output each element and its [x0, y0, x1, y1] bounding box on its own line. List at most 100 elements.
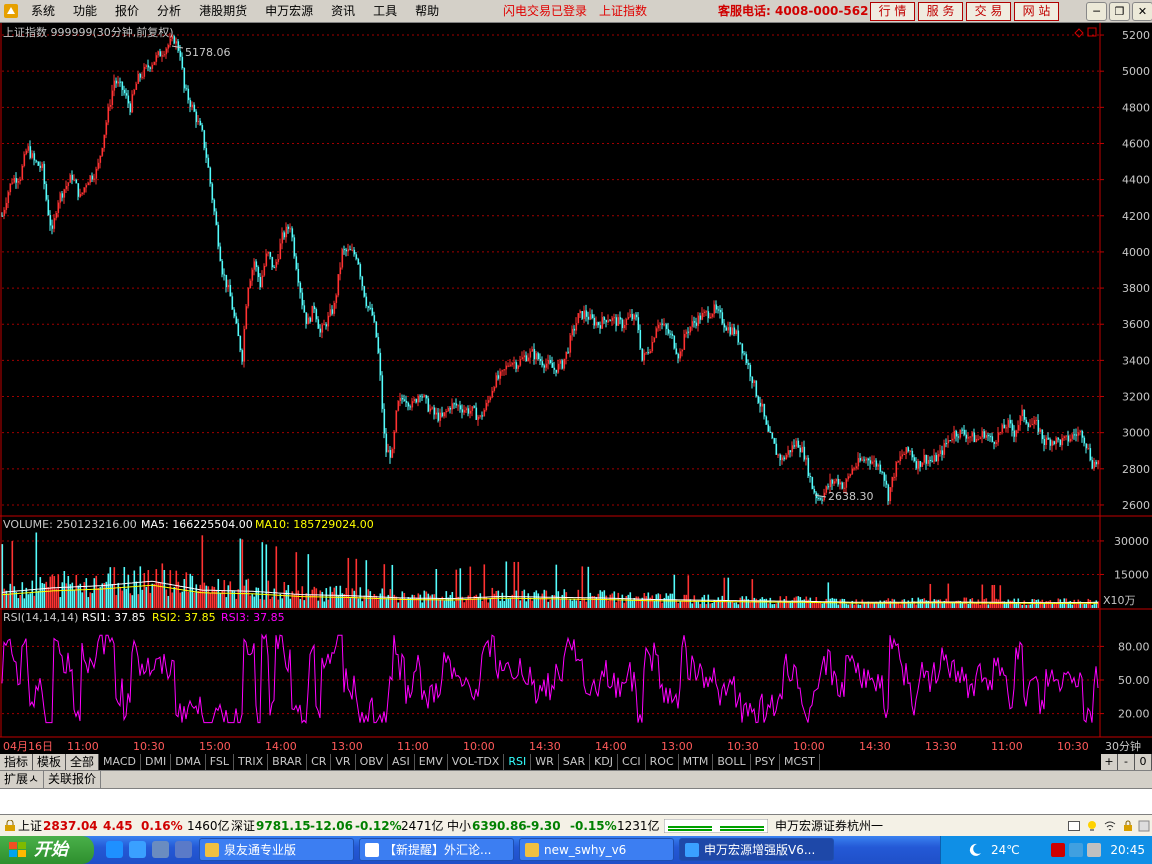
- volume-bar: [449, 595, 452, 608]
- candle-body: [503, 369, 506, 371]
- candle-body: [335, 295, 338, 303]
- menu-quote[interactable]: 报价: [106, 0, 148, 22]
- chart-area[interactable]: 2600 2800 3000 3200 3400 3600 3800 4000 4200 4400…: [0, 23, 1152, 754]
- tab-dma[interactable]: DMA: [171, 754, 206, 770]
- volume-bar: [701, 597, 704, 608]
- tab-cci[interactable]: CCI: [618, 754, 646, 770]
- tab-mtm[interactable]: MTM: [679, 754, 714, 770]
- candle-body: [301, 292, 304, 306]
- tab-vol-tdx[interactable]: VOL-TDX: [448, 754, 505, 770]
- tab-kdj[interactable]: KDJ: [590, 754, 619, 770]
- tab-psy[interactable]: PSY: [751, 754, 780, 770]
- tab-rsi[interactable]: RSI: [504, 754, 532, 770]
- remove-indicator-button[interactable]: -: [1118, 754, 1135, 770]
- volume-icon[interactable]: [1087, 843, 1101, 857]
- candle-body: [193, 104, 196, 112]
- close-button[interactable]: ✕: [1132, 2, 1152, 21]
- candle-body: [719, 309, 722, 313]
- candle-body: [971, 432, 974, 437]
- sz-index-name[interactable]: 深证: [231, 815, 255, 837]
- media-player-icon[interactable]: [152, 841, 169, 858]
- menu-system[interactable]: 系统: [22, 0, 64, 22]
- candle-body: [7, 192, 10, 203]
- weather-moon-icon[interactable]: [967, 842, 983, 858]
- volume-bar: [81, 592, 84, 608]
- menu-help[interactable]: 帮助: [406, 0, 448, 22]
- candle-body: [9, 183, 12, 193]
- tab-brar[interactable]: BRAR: [268, 754, 308, 770]
- candle-body: [619, 317, 622, 320]
- tab-emv[interactable]: EMV: [415, 754, 448, 770]
- candle-body: [163, 54, 166, 56]
- wifi-icon[interactable]: [1104, 820, 1116, 832]
- candle-body: [829, 479, 832, 488]
- tab-macd[interactable]: MACD: [99, 754, 142, 770]
- add-indicator-button[interactable]: +: [1101, 754, 1118, 770]
- menu-swhy[interactable]: 申万宏源: [256, 0, 322, 22]
- volume-bar: [67, 576, 70, 608]
- tab-related-quotes[interactable]: 关联报价: [44, 771, 102, 788]
- tab-asi[interactable]: ASI: [388, 754, 415, 770]
- sh-index-name[interactable]: 上证: [18, 815, 42, 837]
- taskbar-item[interactable]: 申万宏源增强版V6...: [679, 838, 834, 861]
- website-button[interactable]: 网 站: [1014, 2, 1059, 21]
- minimize-button[interactable]: ─: [1086, 2, 1107, 21]
- volume-bar: [689, 599, 692, 608]
- lightbulb-icon[interactable]: [1086, 820, 1098, 832]
- volume-bar: [393, 594, 396, 608]
- candle-body: [343, 249, 346, 251]
- taskbar-item[interactable]: 【新提醒】外汇论...: [359, 838, 514, 861]
- tab-obv[interactable]: OBV: [356, 754, 388, 770]
- volume-bar: [863, 603, 866, 608]
- more-icon[interactable]: [1138, 820, 1150, 832]
- tab-dmi[interactable]: DMI: [141, 754, 172, 770]
- period-label[interactable]: 30分钟: [1105, 739, 1141, 753]
- show-desktop-icon[interactable]: [175, 841, 192, 858]
- service-button[interactable]: 服 务: [918, 2, 963, 21]
- menu-hk-futures[interactable]: 港股期货: [190, 0, 256, 22]
- start-button[interactable]: 开始: [0, 836, 94, 864]
- trade-button[interactable]: 交 易: [966, 2, 1011, 21]
- ie-icon[interactable]: [129, 841, 146, 858]
- tab-indicator[interactable]: 指标: [0, 754, 34, 770]
- candle-body: [913, 457, 916, 462]
- tab-extension[interactable]: 扩展ㅅ: [0, 771, 45, 788]
- tab-wr[interactable]: WR: [531, 754, 559, 770]
- quote-button[interactable]: 行 情: [870, 2, 915, 21]
- candle-body: [341, 249, 344, 268]
- candle-body: [885, 480, 888, 485]
- zx-index-name[interactable]: 中小: [447, 815, 471, 837]
- message-icon[interactable]: [1068, 820, 1080, 832]
- taskbar-item[interactable]: new_swhy_v6: [519, 838, 674, 861]
- candle-body: [1033, 420, 1036, 424]
- menu-function[interactable]: 功能: [64, 0, 106, 22]
- reset-indicator-button[interactable]: 0: [1135, 754, 1152, 770]
- time-label: 11:00: [397, 740, 429, 753]
- candle-body: [859, 458, 862, 461]
- volume-bar: [1071, 604, 1074, 608]
- tab-roc[interactable]: ROC: [646, 754, 679, 770]
- taskbar-item[interactable]: 泉友通专业版: [199, 838, 354, 861]
- volume-bar: [471, 599, 474, 608]
- lock-icon[interactable]: [4, 820, 16, 832]
- y-tick-label: 30000: [1114, 535, 1149, 548]
- tab-mcst[interactable]: MCST: [780, 754, 820, 770]
- menu-tools[interactable]: 工具: [364, 0, 406, 22]
- tab-all[interactable]: 全部: [66, 754, 100, 770]
- candle-body: [205, 148, 208, 158]
- tab-vr[interactable]: VR: [331, 754, 356, 770]
- ie-icon[interactable]: [106, 841, 123, 858]
- candle-body: [113, 80, 116, 91]
- restore-button[interactable]: ❐: [1109, 2, 1130, 21]
- tab-sar[interactable]: SAR: [559, 754, 591, 770]
- tab-trix[interactable]: TRIX: [234, 754, 269, 770]
- tab-template[interactable]: 模板: [33, 754, 67, 770]
- lock-icon[interactable]: [1122, 820, 1134, 832]
- menu-info[interactable]: 资讯: [322, 0, 364, 22]
- tab-fsl[interactable]: FSL: [206, 754, 234, 770]
- network-icon[interactable]: [1069, 843, 1083, 857]
- tab-boll[interactable]: BOLL: [713, 754, 751, 770]
- tab-cr[interactable]: CR: [307, 754, 332, 770]
- shield-icon[interactable]: [1051, 843, 1065, 857]
- menu-analysis[interactable]: 分析: [148, 0, 190, 22]
